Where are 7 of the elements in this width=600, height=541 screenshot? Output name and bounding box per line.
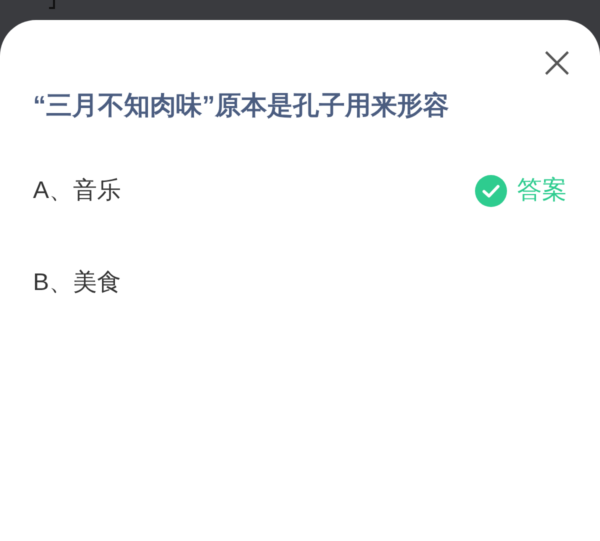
close-icon <box>544 50 570 76</box>
option-text[interactable]: A、音乐 <box>33 173 122 209</box>
answer-label: 答案 <box>517 175 567 206</box>
corner-mark <box>48 0 56 10</box>
check-icon <box>475 175 507 207</box>
option-text[interactable]: B、美食 <box>33 265 122 301</box>
question-text: “三月不知肉味”原本是孔子用来形容 <box>33 89 449 122</box>
